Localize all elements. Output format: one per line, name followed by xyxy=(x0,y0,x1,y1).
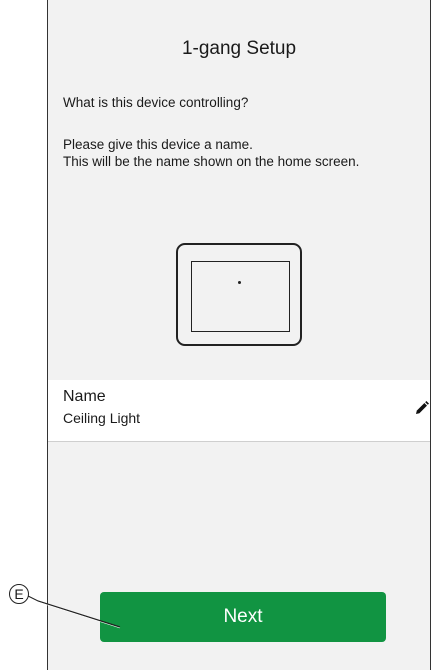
stage: 1-gang Setup What is this device control… xyxy=(0,0,433,670)
1-gang-switch-icon xyxy=(176,243,302,346)
device-question: What is this device controlling? xyxy=(63,95,249,110)
switch-rocker xyxy=(191,261,290,332)
page-title: 1-gang Setup xyxy=(181,38,297,59)
setup-screen: 1-gang Setup What is this device control… xyxy=(47,0,431,670)
next-button[interactable]: Next xyxy=(100,592,386,642)
instructions-line-2: This will be the name shown on the home … xyxy=(63,154,360,169)
pencil-icon[interactable] xyxy=(414,400,430,416)
naming-instructions: Please give this device a name. This wil… xyxy=(63,136,430,170)
name-field-value: Ceiling Light xyxy=(63,410,141,426)
name-field-row[interactable]: Name Ceiling Light xyxy=(48,380,430,442)
switch-indicator-dot xyxy=(238,281,241,284)
instructions-line-1: Please give this device a name. xyxy=(63,137,253,152)
callout-label: E xyxy=(9,584,29,604)
name-field-label: Name xyxy=(63,388,106,405)
